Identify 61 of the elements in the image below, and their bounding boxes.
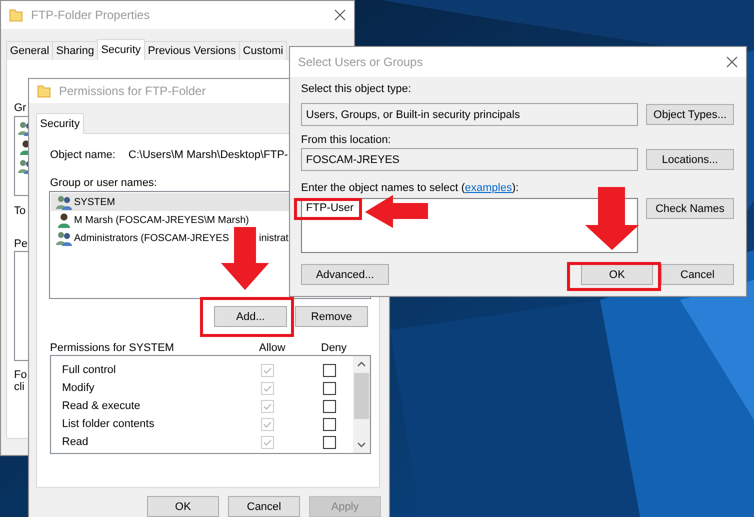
- checkbox[interactable]: [323, 382, 336, 394]
- tab[interactable]: Previous Versions: [144, 41, 240, 60]
- window-title: Permissions for FTP-Folder: [59, 84, 206, 98]
- checkbox[interactable]: [323, 364, 336, 376]
- highlight-frame: [294, 198, 362, 220]
- window-title: Select Users or Groups: [298, 55, 423, 69]
- down-arrow: [585, 187, 639, 251]
- checkbox[interactable]: [323, 418, 336, 430]
- column-header: Allow: [259, 342, 286, 354]
- label: Fo: [14, 369, 27, 381]
- scrollbar[interactable]: [353, 356, 370, 453]
- column-header: Deny: [321, 342, 347, 354]
- close-icon[interactable]: [726, 56, 738, 68]
- tab[interactable]: Sharing: [52, 41, 98, 60]
- tab[interactable]: General: [6, 41, 54, 60]
- folder-icon: [37, 84, 51, 98]
- permission-name: List folder contents: [62, 418, 156, 430]
- label: Pe: [14, 238, 28, 250]
- label: From this location:: [301, 134, 391, 146]
- label: Enter the object names to select (examples):: [301, 182, 519, 194]
- list-item[interactable]: inistrat: [259, 232, 288, 244]
- object-type-field: Users, Groups, or Built-in security principals: [301, 103, 638, 126]
- label: Gr: [14, 102, 26, 114]
- location-field: FOSCAM-JREYES: [301, 148, 638, 171]
- cancel-button[interactable]: Cancel: [661, 264, 734, 285]
- permission-name: Read & execute: [62, 400, 142, 412]
- label: Object name:: [50, 149, 116, 161]
- label: Permissions for SYSTEM: [50, 342, 176, 354]
- permission-name: Modify: [62, 382, 96, 394]
- list-item[interactable]: SYSTEM: [74, 196, 116, 208]
- dialog-button[interactable]: Cancel: [228, 496, 300, 517]
- object-types-button[interactable]: Object Types...: [646, 104, 734, 125]
- remove-button[interactable]: Remove: [295, 306, 368, 327]
- left-arrow: [365, 195, 429, 229]
- permission-name: Read: [62, 436, 90, 448]
- permission-name: Full control: [62, 364, 117, 376]
- advanced-button[interactable]: Advanced...: [301, 264, 389, 285]
- user-group-icon: [56, 230, 72, 246]
- tab[interactable]: Security: [36, 113, 84, 134]
- ok-button[interactable]: OK: [581, 264, 653, 285]
- label: cli: [14, 381, 24, 393]
- locations-button[interactable]: Locations...: [646, 149, 734, 170]
- check-names-button[interactable]: Check Names: [646, 198, 734, 219]
- checkbox[interactable]: [323, 436, 336, 448]
- add-button[interactable]: Add...: [214, 306, 287, 327]
- user-group-icon: [56, 194, 72, 210]
- folder-icon: [9, 8, 23, 22]
- list-item[interactable]: M Marsh (FOSCAM-JREYES\M Marsh): [74, 214, 250, 226]
- label: Select this object type:: [301, 83, 412, 95]
- list-item[interactable]: Administrators (FOSCAM-JREYES: [74, 232, 230, 244]
- examples-link[interactable]: examples: [464, 182, 512, 194]
- label: Group or user names:: [50, 177, 157, 189]
- close-icon[interactable]: [334, 9, 346, 21]
- dialog-button[interactable]: OK: [147, 496, 219, 517]
- label: To: [14, 205, 26, 217]
- tab[interactable]: Customi: [238, 41, 288, 60]
- object-path: C:\Users\M Marsh\Desktop\FTP-: [128, 149, 288, 161]
- tab[interactable]: Security: [97, 39, 145, 60]
- user-icon: [56, 212, 72, 228]
- window-title: FTP-Folder Properties: [31, 8, 150, 22]
- checkbox[interactable]: [323, 400, 336, 412]
